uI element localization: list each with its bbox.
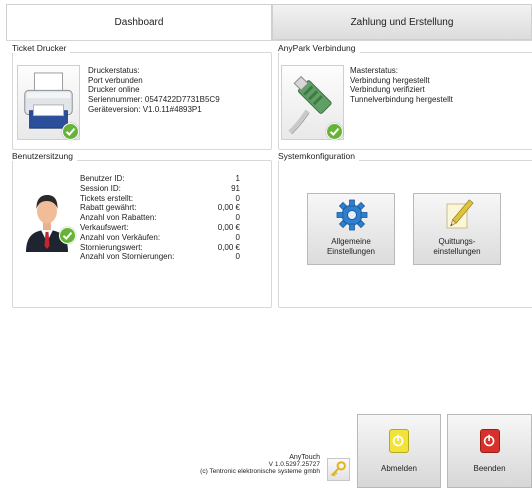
app-info: AnyTouch V 1.0.5297.25727 (c) Tentronic … — [200, 454, 320, 475]
stat-row: Anzahl von Rabatten: 0 — [80, 213, 240, 223]
stat-value: 91 — [231, 183, 240, 193]
stat-value: 0,00 € — [217, 222, 240, 232]
stat-label: Stornierungswert: — [80, 242, 143, 252]
printer-status-lines: Druckerstatus: Port verbunden Drucker on… — [88, 66, 220, 114]
logout-label: Abmelden — [380, 464, 418, 473]
stat-row: Anzahl von Stornierungen: 0 — [80, 252, 240, 262]
stat-value: 0 — [235, 193, 240, 203]
anypark-verified-status: Verbindung verifiziert — [350, 85, 425, 95]
tab-zahlung-und-erstellung[interactable]: Zahlung und Erstellung — [272, 4, 532, 40]
stat-row: Verkaufswert: 0,00 € — [80, 223, 240, 233]
general-settings-line1: Allgemeine — [331, 237, 371, 246]
pencil-paper-icon — [446, 199, 474, 229]
printer-status-label: Druckerstatus: — [88, 66, 140, 75]
stat-label: Rabatt gewährt: — [80, 203, 137, 213]
stat-row: Session ID: 91 — [80, 184, 240, 194]
general-settings-line2: Einstellungen — [326, 246, 376, 256]
anypark-status-check-icon — [326, 123, 343, 140]
app-copyright: (c) Tentronic elektronische systeme gmbh — [200, 468, 320, 475]
receipt-settings-button[interactable]: Quittungs- einstellungen — [413, 193, 501, 265]
printer-online-status: Drucker online — [88, 85, 140, 95]
receipt-settings-line1: Quittungs- — [438, 237, 476, 246]
anypark-group-title: AnyPark Verbindung — [278, 43, 360, 53]
stat-value: 0,00 € — [217, 203, 240, 213]
key-icon — [330, 461, 346, 477]
gear-icon — [336, 199, 368, 231]
stat-label: Session ID: — [80, 183, 121, 193]
general-settings-label: Allgemeine Einstellungen — [308, 237, 394, 257]
session-stats: Benutzer ID: 1 Session ID: 91 Tickets erst… — [80, 174, 240, 262]
power-icon — [389, 429, 409, 453]
stat-value: 0 — [235, 252, 240, 262]
config-group-title: Systemkonfiguration — [278, 151, 360, 161]
user-avatar — [20, 190, 76, 252]
receipt-settings-line2: einstellungen — [433, 246, 481, 256]
stat-row: Rabatt gewährt: 0,00 € — [80, 203, 240, 213]
printer-group-title: Ticket Drucker — [12, 43, 71, 53]
stat-label: Anzahl von Verkäufen: — [80, 232, 161, 242]
anypark-connection-status: Verbindung hergestellt — [350, 75, 430, 85]
tab-dashboard-label: Dashboard — [114, 17, 164, 28]
quit-button[interactable]: Beenden — [447, 414, 532, 488]
power-icon — [479, 429, 500, 453]
session-group-title: Benutzersitzung — [12, 151, 77, 161]
tab-zahlung-label: Zahlung und Erstellung — [350, 16, 454, 28]
printer-version: Geräteversion: V1.0.11#4893P1 — [88, 104, 202, 114]
app-name: AnyTouch — [289, 454, 320, 461]
logout-button[interactable]: Abmelden — [357, 414, 441, 488]
stat-label: Tickets erstellt: — [80, 193, 134, 203]
stat-row: Anzahl von Verkäufen: 0 — [80, 233, 240, 243]
stat-row: Stornierungswert: 0,00 € — [80, 243, 240, 253]
printer-status-check-icon — [62, 123, 79, 140]
printer-port-status: Port verbunden — [88, 75, 143, 85]
stat-value: 0 — [235, 213, 240, 223]
stat-label: Anzahl von Rabatten: — [80, 213, 157, 223]
printer-serial: Seriennummer: 0547422D7731B5C9 — [88, 95, 220, 105]
tab-divider — [6, 40, 532, 41]
stat-value: 0,00 € — [217, 242, 240, 252]
anypark-tunnel-status: Tunnelverbindung hergestellt — [350, 95, 453, 105]
stat-label: Benutzer ID: — [80, 174, 125, 183]
stat-value: 1 — [235, 174, 240, 183]
session-status-check-icon — [59, 227, 76, 244]
anypark-master-label: Masterstatus: — [350, 66, 399, 75]
stat-row: Tickets erstellt: 0 — [80, 194, 240, 204]
anypark-status-lines: Masterstatus: Verbindung hergestellt Ver… — [350, 66, 453, 105]
tab-dashboard[interactable]: Dashboard — [6, 4, 272, 40]
general-settings-button[interactable]: Allgemeine Einstellungen — [307, 193, 395, 265]
app-version: V 1.0.5297.25727 — [268, 461, 320, 468]
anypark-icon-box — [281, 65, 344, 140]
printer-icon-box — [17, 65, 80, 140]
receipt-settings-label: Quittungs- einstellungen — [414, 237, 500, 257]
stat-value: 0 — [235, 232, 240, 242]
stat-label: Anzahl von Stornierungen: — [80, 252, 175, 262]
stat-row: Benutzer ID: 1 — [80, 174, 240, 184]
stat-label: Verkaufswert: — [80, 222, 129, 232]
key-button[interactable] — [327, 458, 350, 481]
quit-label: Beenden — [473, 464, 506, 473]
